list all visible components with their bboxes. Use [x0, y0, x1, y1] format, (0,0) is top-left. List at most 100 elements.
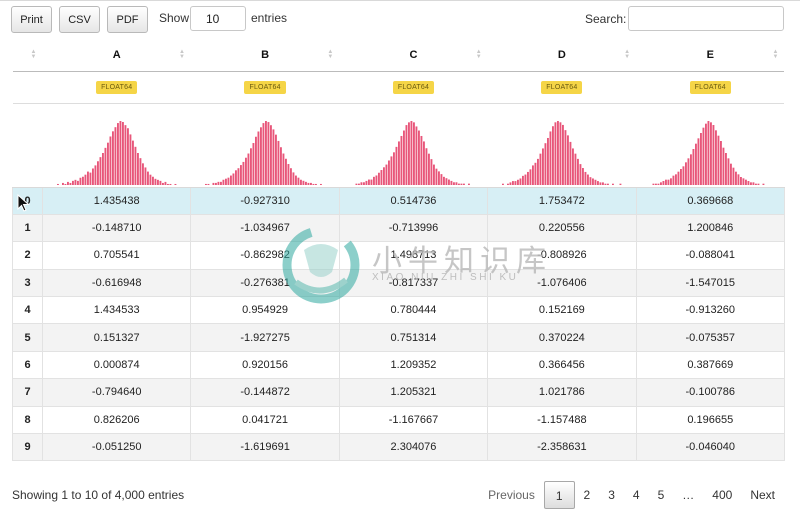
histogram-bar [207, 183, 210, 185]
histogram-bar [410, 120, 413, 185]
row-index: 7 [12, 378, 43, 407]
dtype-cell: FLOAT64 [190, 71, 340, 104]
histogram-bar [76, 180, 79, 185]
page-length-select[interactable]: 10 [190, 6, 246, 31]
table-row[interactable]: 4 1.434533 0.954929 0.780444 0.152169 -0… [12, 296, 785, 325]
histogram-bar [526, 171, 529, 185]
histogram-bar [752, 181, 755, 185]
column-header-a[interactable]: A ▲ ▼ [42, 40, 191, 72]
column-header-d[interactable]: D ▲ ▼ [487, 40, 637, 72]
histogram-bar [154, 178, 157, 185]
histogram-bar [96, 160, 99, 185]
histogram-bar [606, 183, 609, 185]
table-row[interactable]: 9 -0.051250 -1.619691 2.304076 -2.358631… [12, 433, 785, 462]
histogram-bar [370, 179, 373, 185]
table-row[interactable]: 5 0.151327 -1.927275 0.751314 0.370224 -… [12, 323, 785, 352]
histogram-bar [282, 153, 285, 185]
histogram-bar [685, 161, 688, 185]
histogram-bar [139, 157, 142, 185]
histogram-bar [549, 130, 552, 185]
dtype-row: FLOAT64 FLOAT64 FLOAT64 FLOAT64 FLOAT64 [12, 71, 785, 104]
print-button[interactable]: Print [11, 6, 52, 33]
histogram-bar [710, 121, 713, 185]
previous-page-button[interactable]: Previous [479, 481, 544, 509]
histogram-bar [534, 162, 537, 185]
histogram-cell [339, 103, 488, 188]
histogram-bar [146, 171, 149, 185]
histogram-bar [365, 180, 368, 185]
table-cell: 1.200846 [636, 214, 785, 243]
histogram-bar [541, 147, 544, 185]
histogram-bar [161, 182, 164, 185]
next-page-button[interactable]: Next [741, 481, 784, 509]
histogram-bar [126, 127, 129, 185]
table-cell: -2.358631 [487, 433, 637, 462]
histogram-bar [423, 140, 426, 185]
histogram-bar [539, 153, 542, 185]
histogram-bar [667, 179, 670, 185]
page-button-4[interactable]: 4 [624, 481, 649, 509]
histogram-bar [257, 130, 260, 185]
histogram-bar [536, 158, 539, 185]
dtype-spacer [12, 71, 43, 104]
histogram-bar [717, 135, 720, 185]
table-cell: 1.753472 [487, 187, 637, 215]
column-header-c[interactable]: C ▲ ▼ [339, 40, 488, 72]
histogram-bar [677, 171, 680, 185]
table-row[interactable]: 0 1.435438 -0.927310 0.514736 1.753472 0… [12, 187, 785, 215]
histogram-row [12, 103, 785, 188]
table-cell: 1.434533 [42, 296, 192, 325]
histogram-bar [141, 162, 144, 185]
histogram-bar [670, 177, 673, 185]
histogram-bar [586, 174, 589, 185]
histogram-bar [435, 168, 438, 185]
histogram-bar [564, 129, 567, 185]
histogram-bar [69, 182, 72, 185]
histogram-bar [307, 182, 310, 185]
histogram-bar [232, 172, 235, 185]
sort-icon: ▲ ▼ [327, 49, 334, 60]
page-button-2[interactable]: 2 [575, 481, 600, 509]
table-cell: 0.920156 [190, 351, 340, 380]
histogram-bar [425, 147, 428, 185]
histogram-bar [305, 181, 307, 185]
column-header-index[interactable]: ▲ ▼ [12, 40, 43, 72]
top-border [0, 0, 800, 1]
histogram-bar [755, 183, 758, 185]
histogram-bar [740, 176, 743, 185]
table-row[interactable]: 6 0.000874 0.920156 1.209352 0.366456 0.… [12, 351, 785, 380]
table-row[interactable]: 7 -0.794640 -0.144872 1.205321 1.021786 … [12, 378, 785, 407]
page-button-3[interactable]: 3 [599, 481, 624, 509]
row-index: 1 [12, 214, 43, 243]
table-cell: 0.780444 [339, 296, 489, 325]
column-header-e[interactable]: E ▲ ▼ [636, 40, 785, 72]
pdf-button[interactable]: PDF [107, 6, 148, 33]
histogram-bar [267, 121, 270, 185]
histogram-bar [395, 146, 398, 185]
histogram-bar [509, 181, 512, 185]
page-button-5[interactable]: 5 [649, 481, 674, 509]
histogram-bar [702, 127, 705, 185]
column-header-b[interactable]: B ▲ ▼ [190, 40, 340, 72]
histogram-bar [129, 133, 132, 185]
histogram-bar [380, 169, 383, 185]
histogram-bar [569, 141, 572, 185]
histogram-bar [320, 183, 322, 185]
histogram-bar [440, 173, 443, 185]
table-cell: -0.148710 [42, 214, 192, 243]
table-row[interactable]: 8 0.826206 0.041721 -1.167667 -1.157488 … [12, 406, 785, 435]
histogram-bar [79, 177, 82, 185]
table-cell: 0.151327 [42, 323, 192, 352]
page-button-1[interactable]: 1 [543, 481, 575, 509]
histogram-bar [566, 134, 569, 185]
histogram-bar [252, 142, 255, 185]
dtype-badge: FLOAT64 [244, 81, 286, 94]
csv-button[interactable]: CSV [59, 6, 100, 33]
table-cell: 0.041721 [190, 406, 340, 435]
search-input[interactable] [628, 6, 784, 31]
row-index: 6 [12, 351, 43, 380]
page-button-400[interactable]: 400 [703, 481, 741, 509]
histogram-bar [56, 183, 59, 185]
histogram-bar [237, 167, 240, 185]
histogram-e [652, 120, 765, 185]
